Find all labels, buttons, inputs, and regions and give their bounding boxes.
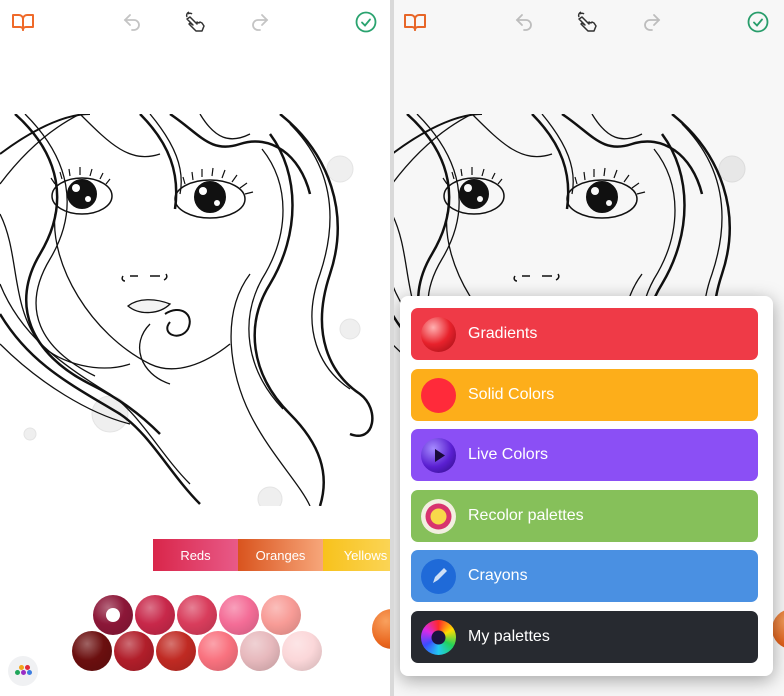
- menu-item-label: Gradients: [468, 325, 538, 342]
- recolor-target-icon: [421, 498, 456, 534]
- menu-item-label: My palettes: [468, 627, 550, 645]
- menu-item-my-palettes[interactable]: My palettes: [411, 610, 758, 663]
- category-tab-label: Oranges: [255, 547, 306, 563]
- tap-mode-button[interactable]: [182, 8, 210, 36]
- color-swatch[interactable]: [114, 631, 154, 671]
- coloring-canvas[interactable]: [0, 114, 392, 506]
- color-swatch[interactable]: [261, 595, 301, 635]
- play-sphere-icon: [421, 438, 456, 473]
- coloring-screen: Reds Oranges Yellows: [0, 0, 392, 696]
- color-category-tabs: Reds Oranges Yellows: [153, 539, 392, 571]
- color-wheel-icon: [421, 619, 456, 655]
- menu-item-crayons[interactable]: Crayons: [411, 550, 758, 602]
- category-tab-yellows[interactable]: Yellows: [323, 539, 392, 571]
- category-tab-reds[interactable]: Reds: [153, 539, 238, 571]
- color-swatch[interactable]: [282, 631, 322, 671]
- color-swatch[interactable]: [219, 595, 259, 635]
- library-button[interactable]: [9, 8, 37, 36]
- left-eye: [50, 167, 113, 215]
- palette-menu-button[interactable]: [8, 656, 38, 686]
- redo-button[interactable]: [245, 8, 273, 36]
- selected-indicator: [106, 608, 120, 622]
- menu-item-label: Solid Colors: [468, 385, 555, 403]
- done-button[interactable]: [352, 8, 380, 36]
- menu-item-gradients[interactable]: Gradients: [411, 308, 758, 360]
- category-tab-oranges[interactable]: Oranges: [238, 539, 323, 571]
- right-eye: [174, 167, 254, 219]
- menu-item-label: Crayons: [468, 567, 528, 584]
- check-circle-icon: [355, 11, 377, 33]
- coloring-screen-with-menu: Gradients Solid Colors Live Colors Recolor …: [392, 0, 784, 696]
- menu-item-recolor-palettes[interactable]: Recolor palettes: [411, 489, 758, 542]
- category-tab-label: Reds: [180, 547, 211, 563]
- gradient-sphere-icon: [421, 317, 456, 352]
- menu-item-solid-colors[interactable]: Solid Colors: [411, 368, 758, 421]
- crayon-icon: [421, 559, 456, 594]
- palette-dot: [15, 670, 20, 675]
- color-swatch[interactable]: [198, 631, 238, 671]
- palette-dot: [21, 670, 26, 675]
- palette-dot: [27, 670, 32, 675]
- hand-pointer-icon: [185, 11, 205, 32]
- screen-divider: [390, 0, 394, 696]
- undo-icon: [123, 14, 140, 31]
- book-icon: [12, 14, 34, 31]
- menu-item-label: Live Colors: [468, 446, 549, 463]
- line-art-portrait: [0, 114, 374, 506]
- next-color-swatch[interactable]: [372, 609, 392, 649]
- color-swatch[interactable]: [135, 595, 175, 635]
- redo-icon: [252, 14, 269, 31]
- menu-item-label: Recolor palettes: [468, 506, 584, 524]
- background-flowers: [23, 155, 361, 506]
- solid-circle-icon: [421, 377, 456, 413]
- color-swatch[interactable]: [240, 631, 280, 671]
- color-swatch[interactable]: [72, 631, 112, 671]
- top-toolbar: [0, 0, 392, 44]
- color-swatch[interactable]: [93, 595, 133, 635]
- color-mode-menu: Gradients Solid Colors Live Colors Recolor …: [400, 296, 773, 676]
- color-swatch[interactable]: [177, 595, 217, 635]
- category-tab-label: Yellows: [343, 547, 388, 563]
- color-swatch[interactable]: [156, 631, 196, 671]
- menu-item-live-colors[interactable]: Live Colors: [411, 429, 758, 481]
- undo-button[interactable]: [119, 8, 147, 36]
